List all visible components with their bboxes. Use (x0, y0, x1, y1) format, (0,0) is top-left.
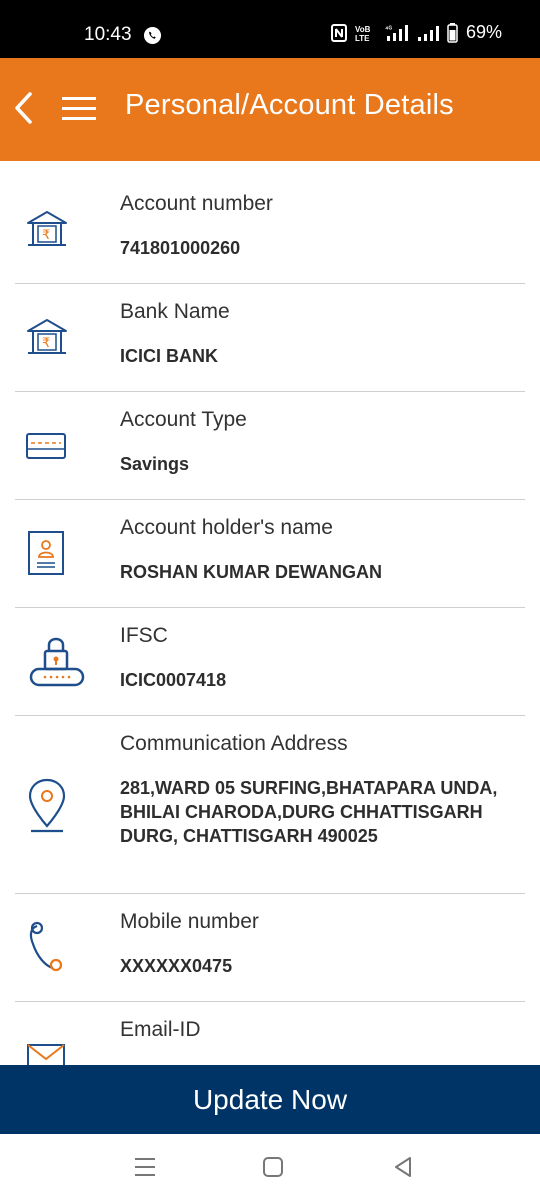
update-now-button[interactable]: Update Now (0, 1065, 540, 1134)
back-icon[interactable] (392, 1156, 414, 1178)
detail-value: 741801000260 (120, 238, 241, 258)
home-icon[interactable] (262, 1156, 284, 1178)
signal-4g-icon: ⁴ᴳ (385, 24, 408, 41)
status-time: 10:43 (84, 24, 132, 45)
system-nav-bar (0, 1134, 540, 1200)
battery-icon (447, 22, 458, 43)
detail-value: ICICI BANK (120, 346, 218, 366)
battery-percent: 69% (465, 22, 502, 42)
detail-value: 281,WARD 05 SURFING,BHATAPARA UNDA, BHIL… (120, 778, 498, 846)
detail-row-address: Communication Address 281,WARD 05 SURFIN… (15, 716, 525, 894)
nfc-icon (330, 23, 347, 42)
signal-icon (417, 25, 439, 41)
bank-icon: ₹ (27, 211, 67, 246)
recents-icon[interactable] (133, 1156, 157, 1178)
detail-value: XXXXXX0475 (120, 956, 233, 976)
lock-icon (29, 637, 85, 687)
back-arrow-icon[interactable] (10, 88, 40, 128)
status-icons: VoB LTE ⁴ᴳ 69% (330, 22, 502, 43)
detail-label: Email-ID (120, 1018, 201, 1041)
detail-label: Account Type (120, 408, 247, 431)
status-bar: 10:43 VoB LTE ⁴ᴳ 69% (0, 0, 540, 58)
svg-text:₹: ₹ (42, 228, 50, 243)
detail-row-account-type: Account Type Savings (15, 392, 525, 500)
id-card-icon (28, 531, 64, 575)
detail-row-account-number: ₹ Account number 741801000260 (15, 161, 525, 284)
detail-row-ifsc: IFSC ICIC0007418 (15, 608, 525, 716)
card-icon (26, 433, 66, 459)
location-pin-icon (28, 778, 66, 833)
svg-text:₹: ₹ (42, 336, 50, 351)
detail-row-email: Email-ID (15, 1002, 525, 1065)
volte-icon: VoB LTE (355, 25, 371, 42)
whatsapp-icon (143, 26, 162, 45)
page-title: Personal/Account Details (125, 89, 454, 121)
detail-label: Communication Address (120, 732, 348, 755)
detail-label: IFSC (120, 624, 168, 647)
detail-label: Mobile number (120, 910, 259, 933)
detail-value: ICIC0007418 (120, 670, 227, 690)
app-header: Personal/Account Details (0, 58, 540, 161)
mail-icon (27, 1044, 65, 1065)
detail-label: Account holder's name (120, 516, 333, 539)
detail-value: Savings (120, 454, 190, 474)
svg-text:⁴ᴳ: ⁴ᴳ (385, 26, 392, 33)
detail-row-bank-name: ₹ Bank Name ICICI BANK (15, 284, 525, 392)
hamburger-menu-icon[interactable] (62, 94, 98, 124)
details-list: ₹ Account number 741801000260 ₹ Bank Nam… (0, 161, 540, 1065)
detail-label: Account number (120, 192, 273, 215)
bank-icon: ₹ (27, 319, 67, 354)
detail-row-holder-name: Account holder's name ROSHAN KUMAR DEWAN… (15, 500, 525, 608)
detail-label: Bank Name (120, 300, 230, 323)
detail-row-mobile: Mobile number XXXXXX0475 (15, 894, 525, 1002)
phone-icon (29, 921, 63, 972)
detail-value: ROSHAN KUMAR DEWANGAN (120, 562, 382, 582)
svg-text:VoB: VoB (355, 25, 371, 34)
svg-text:LTE: LTE (355, 34, 370, 42)
